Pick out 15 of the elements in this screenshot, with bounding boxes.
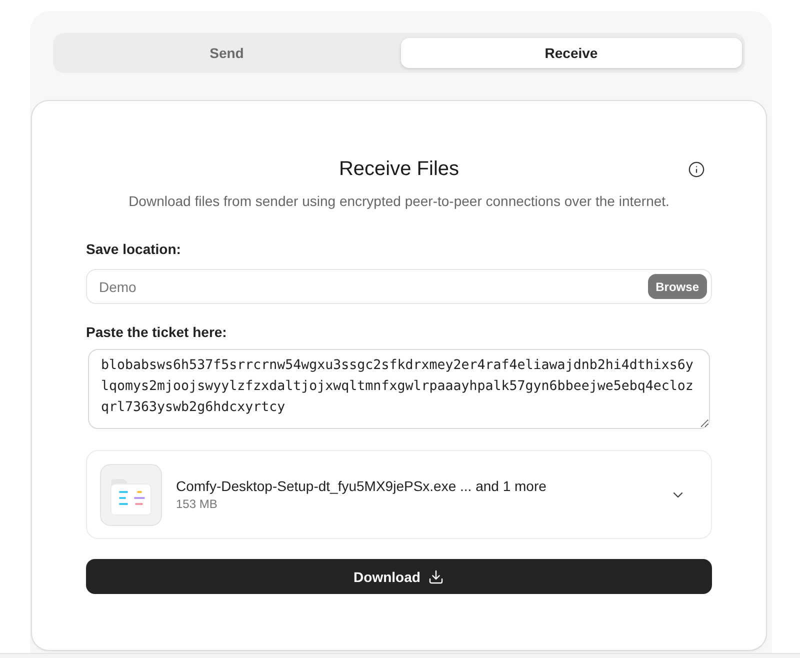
tab[interactable]: Send (56, 38, 398, 68)
field-label: Paste the ticket here: (86, 323, 228, 342)
field-label: Save location: (86, 240, 182, 259)
folder-file-icon (100, 464, 162, 526)
page-description: Download files from sender using encrypted peer-to-peer connections over the internet. (128, 192, 670, 211)
page-title: Receive Files (338, 159, 460, 179)
save-location-field[interactable]: Demo Browse (86, 269, 712, 304)
info-icon[interactable] (688, 160, 705, 178)
download-button[interactable]: Download (86, 559, 712, 594)
tab[interactable]: Receive (400, 38, 742, 68)
file-size: 153 MB (176, 496, 218, 512)
file-name: Comfy-Desktop-Setup-dt_fyu5MX9jePSx.exe ... and 1 more (176, 477, 548, 495)
ticket-field[interactable]: blobabsws6h537f5srrcrnw54wgxu3ssgc2sfkdrxmey2er4raf4eliawajdnb2hi4dthixs6ylqomys2mjoojswyylzfzxdaltjojxwqltmnfxgwlrpaaayhpalk57gyn6bbeejwe5ebq4eclozqrl7363yswb2g6hdcxyrtcy (88, 349, 710, 429)
browse-button[interactable]: Browse (648, 274, 707, 299)
download-icon (428, 568, 444, 584)
